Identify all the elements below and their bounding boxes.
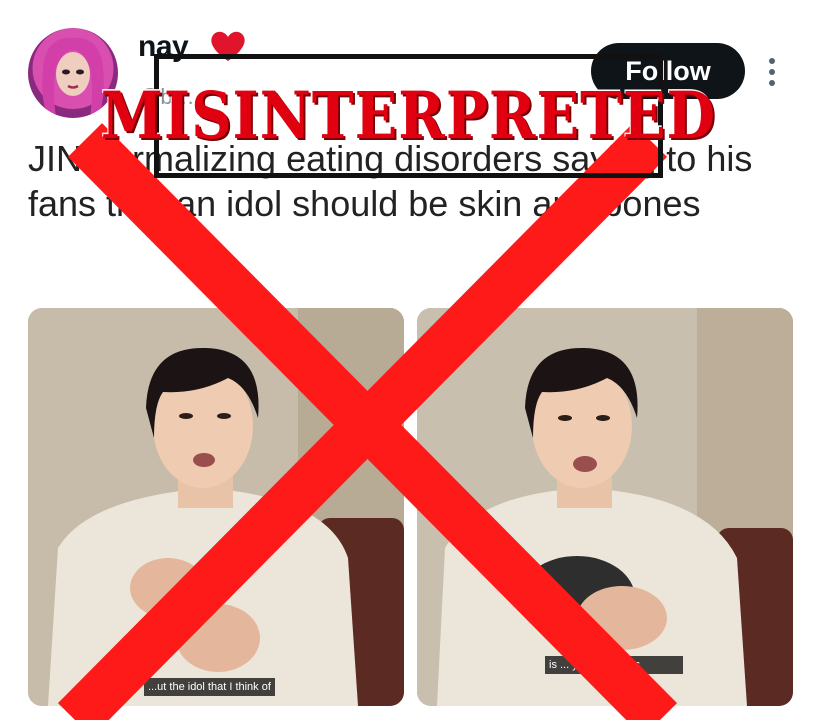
video-subtitle-1: ...ut the idol that I think of: [144, 678, 275, 696]
tweet-media-1[interactable]: ...ut the idol that I think of: [28, 308, 404, 706]
video-subtitle-2: is ... y and all ... es: [545, 656, 683, 674]
stamp-text: MISINTERPRETED: [100, 78, 717, 154]
video-still-2: [417, 308, 793, 706]
tweet-media-2[interactable]: is ... y and all ... es: [417, 308, 793, 706]
more-vertical-icon[interactable]: [766, 57, 778, 87]
misinterpreted-stamp: MISINTERPRETED: [101, 54, 715, 178]
video-still-1: [28, 308, 404, 706]
